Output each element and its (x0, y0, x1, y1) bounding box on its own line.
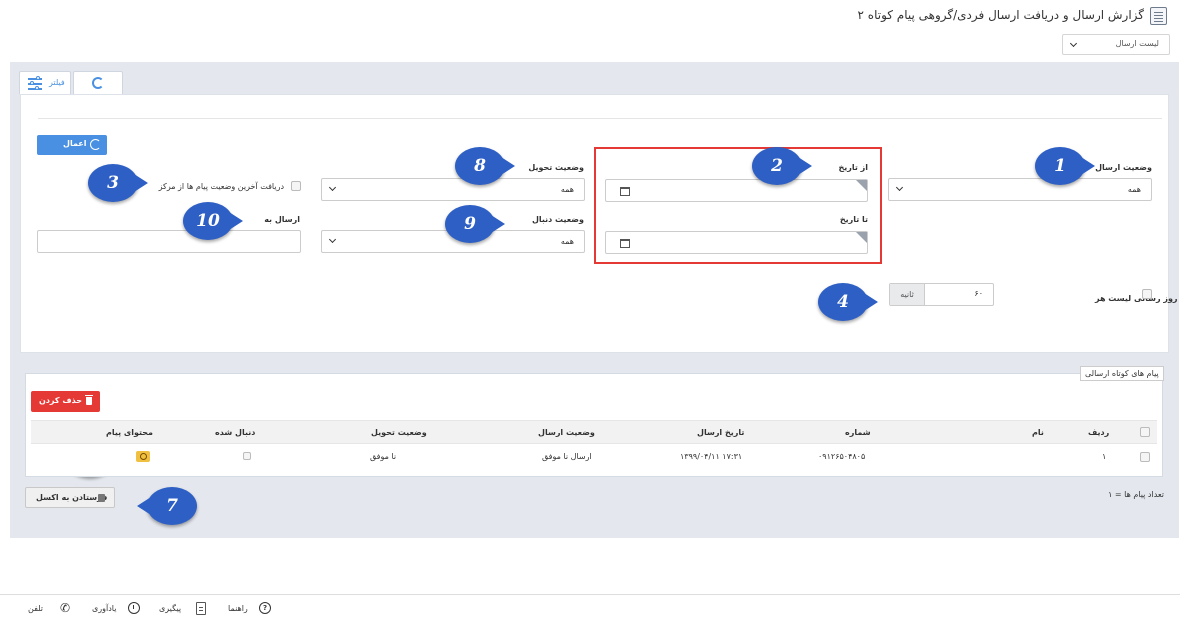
cell-row: ۱ (1102, 452, 1107, 461)
chevron-down-icon (1069, 39, 1078, 48)
callout-1: 1 (1035, 147, 1095, 185)
callout-9: 9 (445, 205, 505, 243)
apply-label: اعمال (63, 139, 87, 148)
send-status-value: همه (1127, 185, 1141, 194)
tab-filter[interactable]: فیلتر (19, 71, 71, 94)
column-name[interactable]: نام (1032, 428, 1044, 437)
footer-reminder[interactable]: یادآوری (92, 604, 116, 613)
row-checkbox[interactable] (1140, 452, 1150, 462)
follow-status-value: همه (560, 237, 574, 246)
footer-phone[interactable]: تلفن (28, 604, 43, 613)
column-send-date[interactable]: تاریخ ارسال (697, 428, 744, 437)
delete-button[interactable]: حذف کردن (31, 391, 100, 412)
magnifier-icon[interactable] (136, 451, 150, 462)
send-to-input[interactable] (37, 230, 301, 253)
column-row[interactable]: ردیف (1088, 428, 1109, 437)
column-followed[interactable]: دنبال شده (215, 428, 255, 437)
calendar-icon (620, 187, 630, 196)
refresh-icon (92, 77, 104, 89)
filter-icon (28, 76, 42, 90)
last-status-label: دریافت آخرین وضعیت پیام ها از مرکز (158, 182, 284, 191)
calendar-icon (620, 239, 630, 248)
page-title: گزارش ارسال و دریافت ارسال فردی/گروهی پی… (857, 8, 1144, 22)
list-dropdown-value: لیست ارسال (1115, 39, 1159, 48)
help-icon[interactable]: ? (259, 602, 271, 614)
chevron-down-icon (328, 235, 337, 244)
cell-send-date: ۱۳۹۹/۰۴/۱۱ ۱۷:۳۱ (680, 452, 743, 461)
callout-3: 3 (88, 164, 148, 202)
trash-icon (85, 395, 93, 405)
send-status-select[interactable]: همه (888, 178, 1152, 201)
from-date-input[interactable] (605, 179, 868, 202)
footer-divider (0, 594, 1180, 595)
clipboard-icon[interactable] (196, 602, 206, 615)
seconds-unit: ثانیه (890, 284, 925, 305)
delivery-status-value: همه (560, 185, 574, 194)
excel-icon (98, 494, 105, 502)
tab-filter-label: فیلتر (49, 78, 65, 87)
alarm-icon[interactable] (128, 602, 140, 614)
table-header: ردیف نام شماره تاریخ ارسال وضعیت ارسال و… (31, 420, 1157, 444)
seconds-group: ثانیه ۶۰ (889, 283, 994, 306)
cell-number: ۰۹۱۲۶۵۰۴۸۰۵ (818, 452, 866, 461)
apply-button[interactable]: اعمال (37, 135, 107, 155)
seconds-input[interactable]: ۶۰ (974, 289, 983, 298)
phone-icon[interactable]: ✆ (60, 602, 72, 614)
column-delivery-status[interactable]: وضعیت تحویل (371, 428, 427, 437)
list-dropdown[interactable]: لیست ارسال (1062, 34, 1170, 55)
to-date-input[interactable] (605, 231, 868, 254)
chevron-down-icon (328, 183, 337, 192)
column-send-status[interactable]: وضعیت ارسال (538, 428, 595, 437)
excel-export-button[interactable]: فرستادن به اکسل (25, 487, 115, 508)
from-date-label: از تاریخ (838, 163, 868, 172)
select-all-checkbox[interactable] (1140, 427, 1150, 437)
to-date-label: تا تاریخ (839, 215, 868, 224)
follow-status-label: وضعیت دنبال (531, 215, 584, 224)
delivery-status-select[interactable]: همه (321, 178, 585, 201)
panel-divider (38, 118, 1162, 119)
cell-send-status: ارسال نا موفق (542, 452, 592, 461)
send-status-label: وضعیت ارسال (1095, 163, 1152, 172)
chevron-down-icon (895, 183, 904, 192)
delete-label: حذف کردن (39, 396, 83, 405)
footer-help[interactable]: راهنما (228, 604, 248, 613)
callout-2: 2 (752, 147, 812, 185)
callout-7: 7 (137, 487, 197, 525)
excel-export-label: فرستادن به اکسل (36, 493, 108, 502)
followed-checkbox[interactable] (243, 452, 251, 460)
cell-delivery-status: نا موفق (370, 452, 397, 461)
callout-8: 8 (455, 147, 515, 185)
column-number[interactable]: شماره (845, 428, 871, 437)
delivery-status-label: وضعیت تحویل (528, 163, 584, 172)
message-count: تعداد پیام ها = ۱ (1108, 490, 1164, 499)
refresh-icon (90, 139, 101, 150)
last-status-checkbox[interactable] (291, 181, 301, 191)
sms-panel-legend: پیام های کوتاه ارسالی (1080, 366, 1164, 381)
callout-10: 10 (183, 202, 243, 240)
callout-4: 4 (818, 283, 878, 321)
send-to-label: ارسال به (264, 215, 300, 224)
report-icon (1150, 7, 1167, 25)
auto-refresh-label: به روز رسانی لیست هر (1095, 294, 1180, 303)
tab-refresh[interactable] (73, 71, 123, 94)
auto-refresh-checkbox[interactable] (1142, 289, 1152, 299)
column-content[interactable]: محتوای پیام (106, 428, 153, 437)
date-corner (856, 180, 867, 191)
date-corner (856, 232, 867, 243)
footer-followup[interactable]: پیگیری (159, 604, 181, 613)
